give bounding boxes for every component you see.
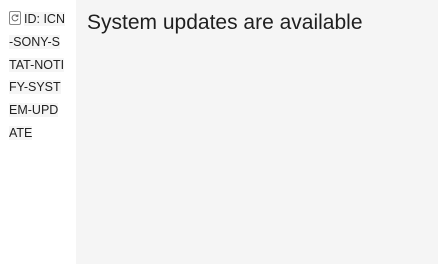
icon-id-text: ID: ICN-SONY-STAT-NOTIFY-SYSTEM-UPDATE (9, 12, 65, 140)
sync-icon (9, 11, 21, 25)
icon-id-label: ID: ICN-SONY-STAT-NOTIFY-SYSTEM-UPDATE (9, 8, 65, 145)
icon-id-column: ID: ICN-SONY-STAT-NOTIFY-SYSTEM-UPDATE (0, 0, 76, 264)
notification-message: System updates are available (87, 11, 363, 34)
status-notification-preview: ID: ICN-SONY-STAT-NOTIFY-SYSTEM-UPDATE S… (0, 0, 438, 264)
notification-panel: System updates are available (76, 0, 438, 264)
